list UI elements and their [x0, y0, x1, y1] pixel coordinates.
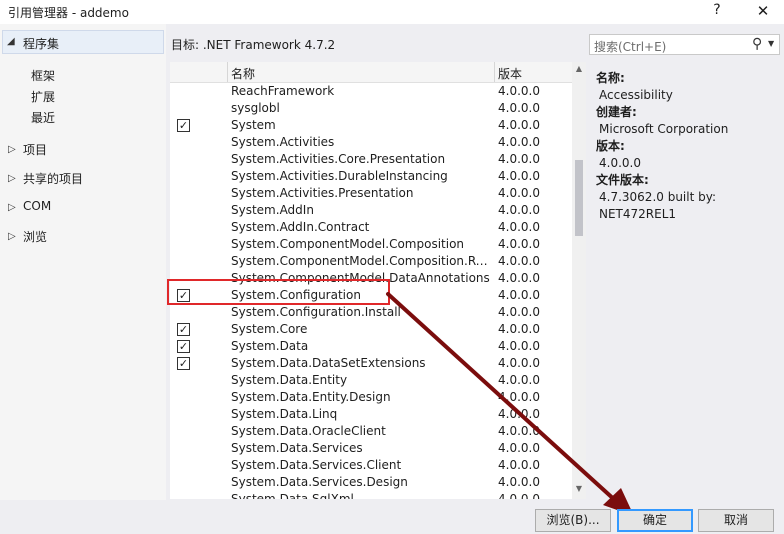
cancel-button[interactable]: 取消 [698, 509, 774, 532]
browse-button[interactable]: 浏览(B)... [535, 509, 611, 532]
ok-button[interactable]: 确定 [617, 509, 693, 532]
annotation-arrow [386, 292, 634, 516]
